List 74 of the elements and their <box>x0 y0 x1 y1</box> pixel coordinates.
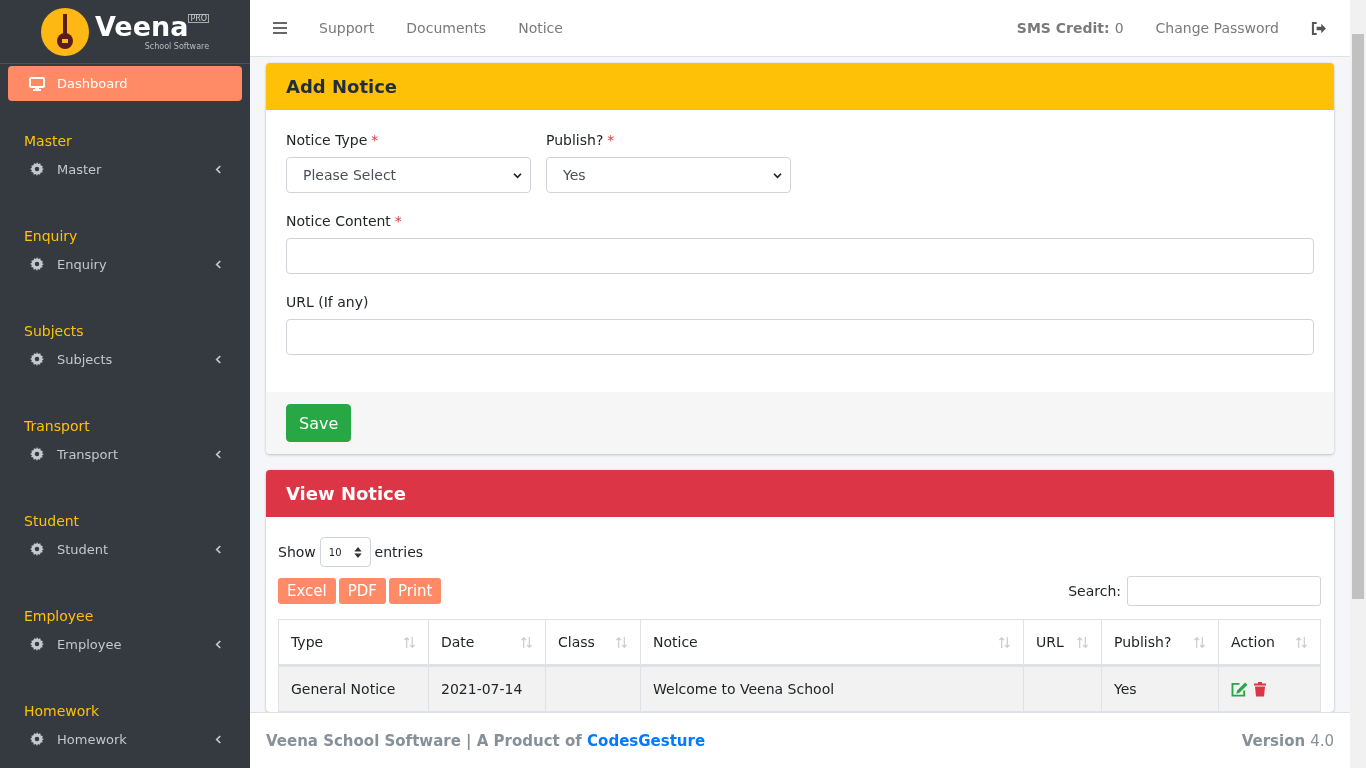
sort-arrows-icon[interactable] <box>1193 635 1206 649</box>
gear-icon <box>30 162 44 176</box>
text-input-field[interactable] <box>286 319 1314 355</box>
required-mark: * <box>371 132 379 148</box>
monitor-icon <box>29 76 45 91</box>
field-label: Publish? <box>546 132 604 148</box>
sort-arrows-icon[interactable] <box>520 635 533 649</box>
gear-icon <box>30 732 44 746</box>
sidebar-section-heading: Enquiry <box>23 227 79 246</box>
table-cell: 2021-07-14 <box>441 681 523 697</box>
search-field[interactable] <box>1127 576 1321 606</box>
text-input-field[interactable] <box>286 238 1314 274</box>
table-cell: Yes <box>1114 681 1137 697</box>
veena-logo-icon <box>40 7 89 56</box>
logout-icon[interactable] <box>1311 21 1326 35</box>
sort-arrows-icon[interactable] <box>1295 635 1308 649</box>
sidebar-item[interactable]: Enquiry <box>8 249 242 279</box>
edit-icon[interactable] <box>1231 681 1248 697</box>
sort-arrows-icon[interactable] <box>403 635 416 649</box>
table-cell: General Notice <box>291 681 396 697</box>
brand-tagline: School Software <box>144 42 210 51</box>
search-label: Search: <box>1068 583 1121 599</box>
nav-link[interactable]: Notice <box>518 20 563 36</box>
sidebar-item[interactable]: Master <box>8 154 242 184</box>
gear-icon <box>30 637 44 651</box>
scrollbar-thumb[interactable] <box>1352 34 1364 599</box>
entries-label: entries <box>374 544 424 560</box>
sort-arrows-icon[interactable] <box>1076 635 1089 649</box>
required-mark: * <box>607 132 615 148</box>
field-label: URL (If any) <box>286 294 369 310</box>
select-field[interactable]: Yes <box>546 157 791 193</box>
table-cell: Welcome to Veena School <box>653 681 835 697</box>
show-label: Show <box>278 544 316 560</box>
trash-icon[interactable] <box>1254 681 1266 697</box>
brand-name: Veena <box>94 12 189 42</box>
sidebar-item[interactable]: Student <box>8 534 242 564</box>
sms-credit-label: SMS Credit: <box>1016 20 1110 36</box>
sidebar-section-heading: Homework <box>23 702 101 721</box>
menu-icon[interactable] <box>273 22 287 34</box>
sidebar-item[interactable]: Subjects <box>8 344 242 374</box>
version-number: 4.0 <box>1310 731 1334 750</box>
sidebar-item[interactable]: Employee <box>8 629 242 659</box>
field-label: Notice Type <box>286 132 368 148</box>
gear-icon <box>30 257 44 271</box>
gear-icon <box>30 542 44 556</box>
sidebar-section-heading: Employee <box>23 607 95 626</box>
gear-icon <box>30 352 44 366</box>
footer-text: Veena School Software | A Product of CodesGesture <box>266 731 706 750</box>
sidebar-item[interactable]: Homework <box>8 724 242 754</box>
up-down-caret-icon <box>353 546 362 558</box>
required-mark: * <box>394 213 402 229</box>
brand-badge: PRO <box>188 14 210 23</box>
sidebar-section-heading: Student <box>23 512 81 531</box>
version-label: Version <box>1241 731 1306 750</box>
gear-icon <box>30 447 44 461</box>
caret-down-icon <box>513 171 522 179</box>
codesgesture-link[interactable]: CodesGesture <box>587 731 706 750</box>
card-header: Add Notice <box>266 63 1334 110</box>
sidebar-section-heading: Transport <box>23 417 91 436</box>
scrollbar[interactable] <box>1350 0 1366 768</box>
card-header: View Notice <box>266 470 1334 517</box>
sms-credit-value: 0 <box>1114 20 1124 36</box>
nav-link[interactable]: Documents <box>406 20 487 36</box>
caret-down-icon <box>773 171 782 179</box>
sidebar-item[interactable]: Transport <box>8 439 242 469</box>
page-length-select[interactable]: 10 <box>319 537 371 567</box>
nav-link[interactable]: Support <box>319 20 375 36</box>
select-field[interactable]: Please Select <box>286 157 531 193</box>
change-password-link[interactable]: Change Password <box>1155 20 1279 36</box>
sidebar-section-heading: Subjects <box>23 322 85 341</box>
sidebar-section-heading: Master <box>23 132 73 151</box>
sort-arrows-icon[interactable] <box>615 635 628 649</box>
field-label: Notice Content <box>286 213 391 229</box>
sort-arrows-icon[interactable] <box>998 635 1011 649</box>
